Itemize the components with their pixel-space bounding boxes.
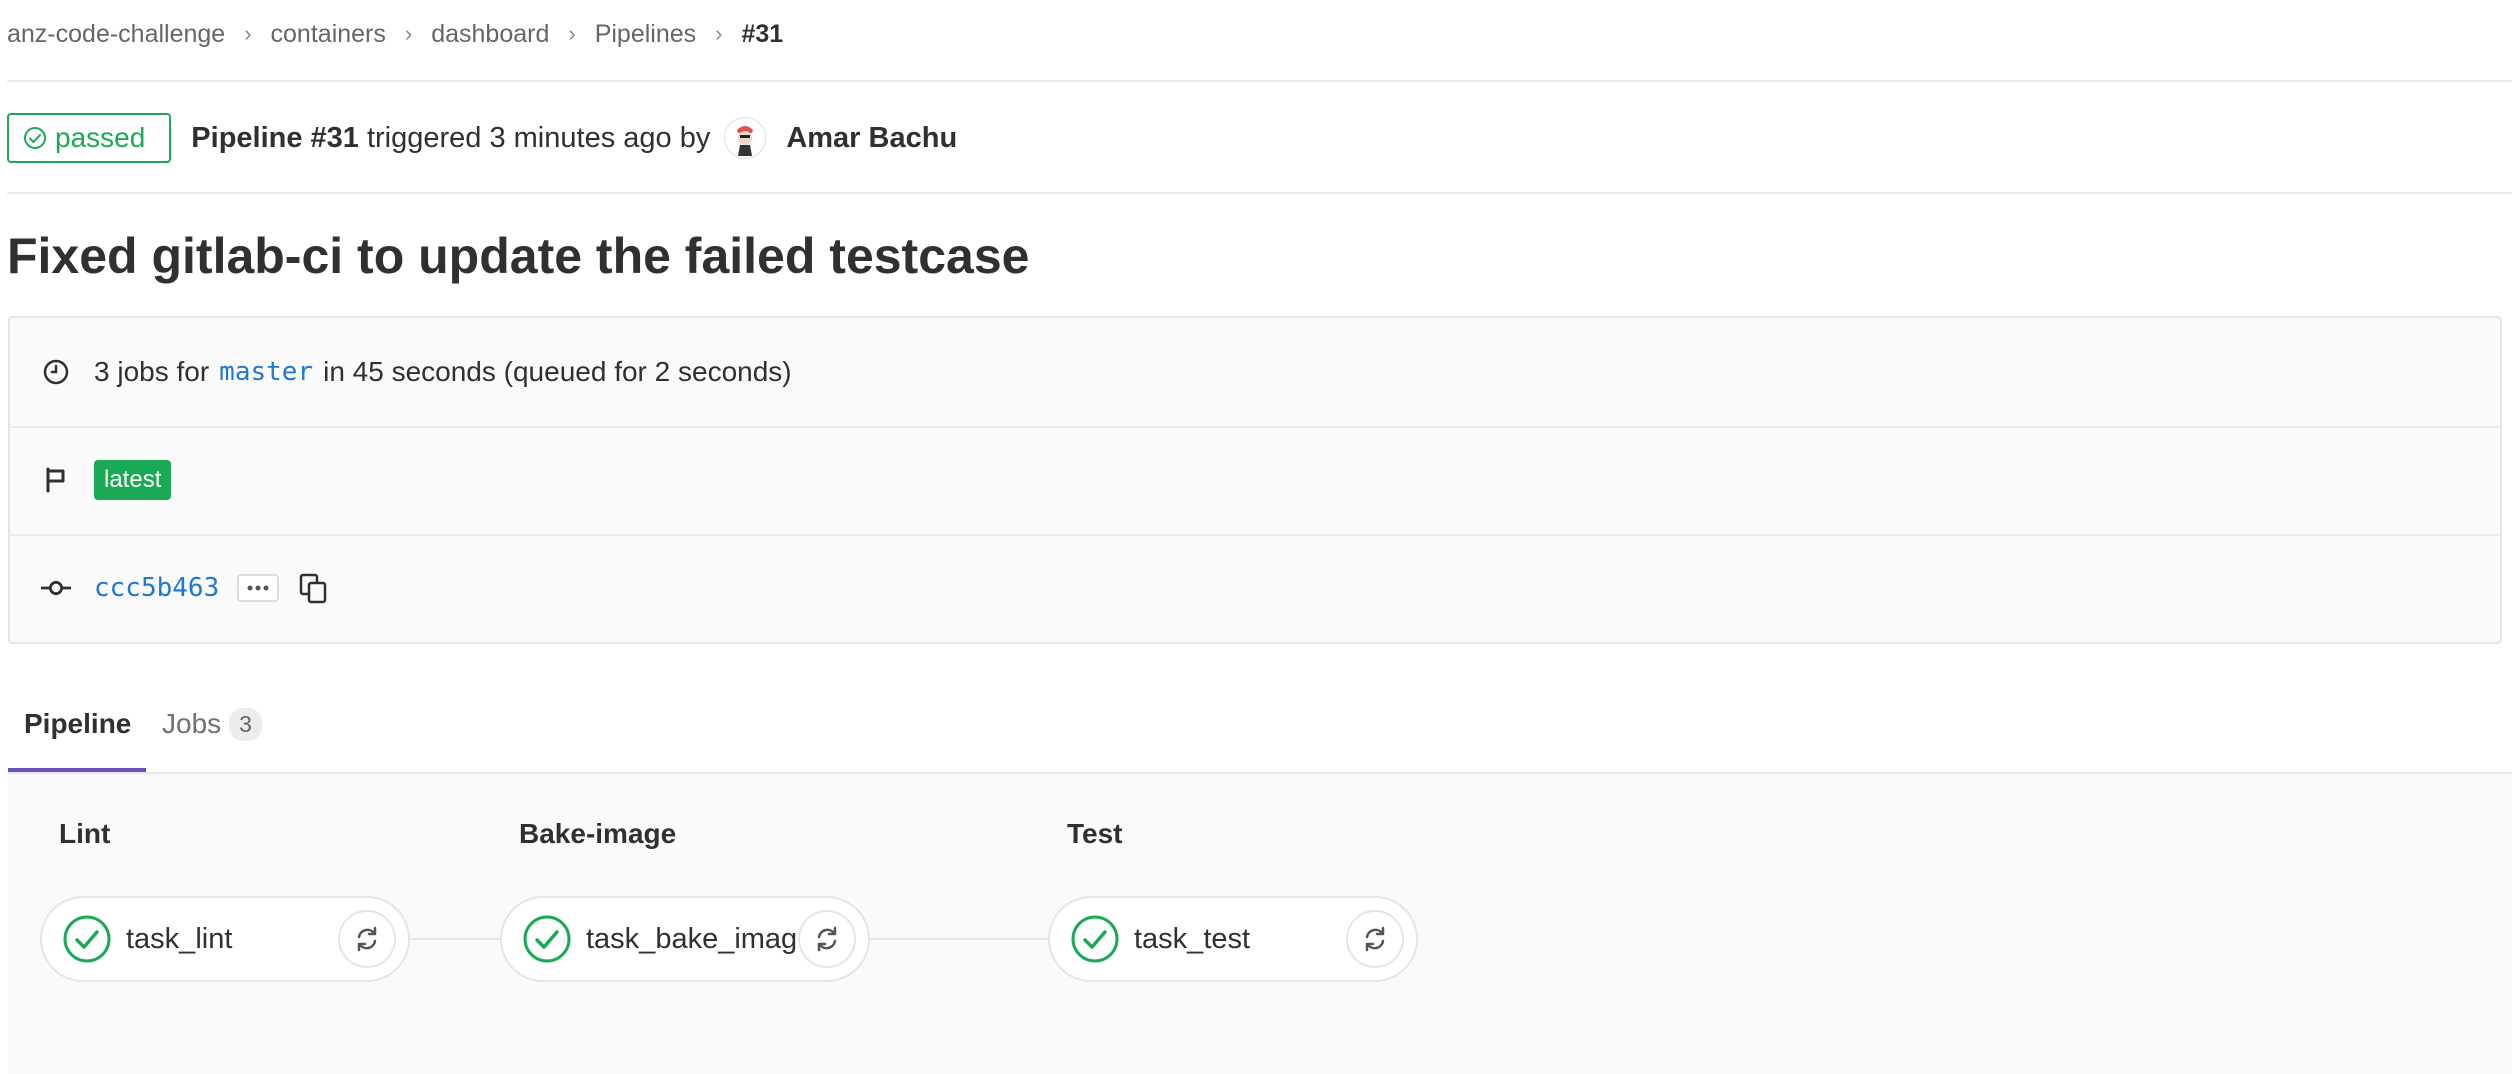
chevron-right-icon: › bbox=[244, 21, 252, 46]
chevron-right-icon: › bbox=[404, 21, 413, 46]
check-circle-icon bbox=[24, 127, 46, 149]
pipeline-info-box: 3 jobs for master in 45 seconds (queued … bbox=[8, 316, 2502, 644]
stage-title-bake-image: Bake-image bbox=[519, 818, 677, 849]
job-name: task_bake_image bbox=[586, 922, 814, 955]
expand-commit-message-button[interactable] bbox=[237, 574, 280, 602]
jobs-count-badge: 3 bbox=[229, 708, 262, 741]
avatar-image bbox=[726, 119, 765, 157]
stage-title-lint: Lint bbox=[59, 818, 111, 849]
pipeline-header: passed Pipeline #31 triggered 3 minutes … bbox=[7, 112, 957, 164]
tags-row: latest bbox=[10, 426, 2500, 536]
status-badge-label: passed bbox=[55, 122, 146, 153]
breadcrumb-item-subgroup[interactable]: containers bbox=[271, 20, 386, 49]
retry-icon bbox=[1365, 926, 1385, 952]
retry-button[interactable] bbox=[1346, 910, 1404, 968]
breadcrumb: anz-code-challenge › containers › dashbo… bbox=[7, 14, 783, 54]
chevron-right-icon: › bbox=[568, 21, 576, 46]
job-task-test[interactable]: task_test bbox=[1048, 896, 1418, 982]
pipeline-tabs: Pipeline Jobs 3 bbox=[8, 690, 278, 772]
jobs-summary-row: 3 jobs for master in 45 seconds (queued … bbox=[10, 318, 2500, 428]
pipeline-title: Pipeline #31 bbox=[191, 121, 359, 154]
jobs-prefix: 3 jobs for bbox=[94, 356, 210, 387]
copy-sha-button[interactable] bbox=[297, 571, 329, 605]
retry-button[interactable] bbox=[798, 910, 856, 968]
stage-title-test: Test bbox=[1067, 818, 1123, 849]
breadcrumb-item-current[interactable]: #31 bbox=[741, 20, 783, 49]
stage-connector bbox=[870, 938, 1060, 940]
breadcrumb-item-group[interactable]: anz-code-challenge bbox=[7, 20, 225, 49]
pipeline-page: anz-code-challenge › containers › dashbo… bbox=[0, 0, 2512, 1074]
check-circle-icon bbox=[1071, 915, 1119, 963]
tab-pipeline-label: Pipeline bbox=[24, 708, 132, 739]
avatar[interactable] bbox=[724, 117, 767, 159]
breadcrumb-item-project[interactable]: dashboard bbox=[431, 20, 549, 49]
branch-link[interactable]: master bbox=[219, 357, 313, 387]
job-name: task_lint bbox=[126, 922, 233, 955]
check-circle-icon bbox=[63, 915, 111, 963]
divider bbox=[7, 192, 2512, 194]
job-task-lint[interactable]: task_lint bbox=[40, 896, 410, 982]
tab-jobs-label: Jobs bbox=[162, 708, 222, 739]
commit-icon bbox=[40, 572, 72, 604]
author-name[interactable]: Amar Bachu bbox=[786, 122, 957, 155]
check-circle-icon bbox=[523, 915, 571, 963]
triggered-text: triggered 3 minutes ago by bbox=[366, 121, 711, 154]
retry-button[interactable] bbox=[338, 910, 396, 968]
copy-icon bbox=[299, 573, 327, 604]
commit-title: Fixed gitlab-ci to update the failed tes… bbox=[7, 228, 1030, 284]
flag-icon bbox=[40, 464, 72, 496]
commit-sha-link[interactable]: ccc5b463 bbox=[94, 573, 219, 603]
status-badge[interactable]: passed bbox=[7, 113, 172, 163]
chevron-right-icon: › bbox=[715, 21, 723, 46]
breadcrumb-item-pipelines[interactable]: Pipelines bbox=[595, 20, 696, 49]
latest-badge: latest bbox=[94, 460, 172, 500]
tab-jobs[interactable]: Jobs 3 bbox=[146, 690, 278, 772]
ellipsis-icon bbox=[247, 585, 269, 591]
tab-pipeline[interactable]: Pipeline bbox=[8, 690, 146, 772]
jobs-suffix: in 45 seconds (queued for 2 seconds) bbox=[323, 356, 792, 387]
job-name: task_test bbox=[1134, 922, 1251, 955]
clock-icon bbox=[40, 356, 72, 388]
commit-row: ccc5b463 bbox=[10, 534, 2500, 642]
stage-connector bbox=[408, 938, 512, 940]
divider bbox=[7, 80, 2512, 82]
job-task-bake-image[interactable]: task_bake_image bbox=[500, 896, 870, 982]
retry-icon bbox=[357, 926, 377, 952]
retry-icon bbox=[817, 926, 837, 952]
pipeline-graph: Lint Bake-image Test task_lint task_bake… bbox=[8, 774, 2512, 1074]
